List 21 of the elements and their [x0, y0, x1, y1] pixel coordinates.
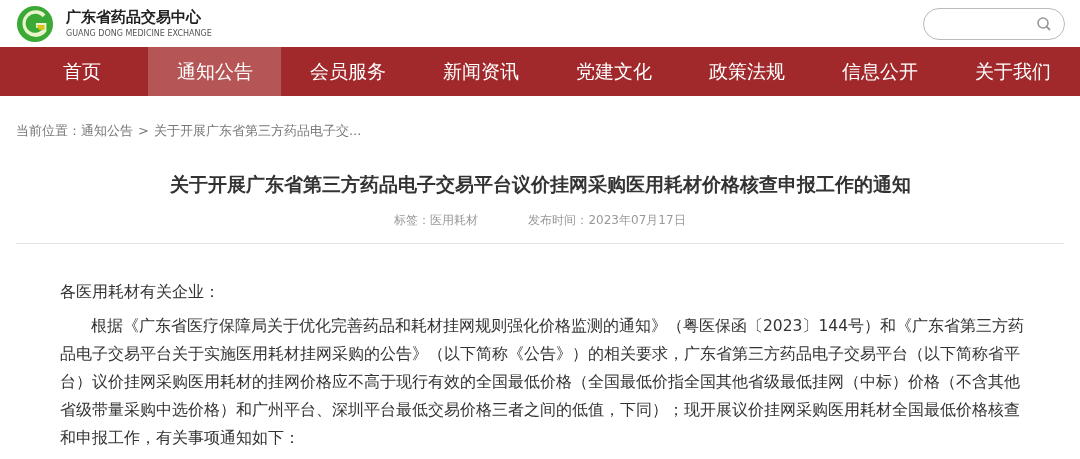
logo-icon	[16, 4, 54, 43]
greeting: 各医用耗材有关企业：	[60, 282, 221, 303]
nav-tab[interactable]: 会员服务	[281, 47, 414, 96]
nav-tab[interactable]: 首页	[15, 47, 148, 96]
breadcrumb-separator: >	[138, 123, 149, 138]
site-name: 广东省药品交易中心	[66, 8, 202, 26]
nav-tab[interactable]: 政策法规	[680, 47, 813, 96]
breadcrumb-label: 当前位置：	[16, 123, 81, 138]
publish-date: 发布时间：2023年07月17日	[528, 212, 686, 229]
breadcrumb-link[interactable]: 关于开展广东省第三方药品电子交...	[153, 123, 362, 138]
nav-tab[interactable]: 党建文化	[547, 47, 680, 96]
article-tag: 标签：医用耗材	[394, 212, 479, 229]
nav-tab[interactable]: 信息公开	[813, 47, 946, 96]
body-paragraph: 根据《广东省医疗保障局关于优化完善药品和耗材挂网规则强化价格监测的通知》（粤医保函〔2023〕144号）和《广东省第三方药品电子交易平台关于实施医用耗材挂网采购的公告》（以下简称《公告》）的相关要求，广东省第三方药品电子交易平台（以下简称省平台）议价挂网采购医用耗材的挂网价格应不高于现行有效的全国最低价格（全国最低价指全国其他省级最低挂网（中标）价格（不含其他省级带量采购中选价格）和广州平台、深圳平台最低交易价格三者之间的低值，下同）；现开展议价挂网采购医用耗材全国最低价格核查和申报工作，有关事项通知如下：	[60, 316, 1026, 449]
nav-tab[interactable]: 关于我们	[946, 47, 1079, 96]
site-name-english: GUANG DONG MEDICINE EXCHANGE	[66, 29, 212, 39]
article-title: 关于开展广东省第三方药品电子交易平台议价挂网采购医用耗材价格核查申报工作的通知	[168, 172, 912, 197]
nav-tab[interactable]: 通知公告	[148, 47, 281, 96]
nav-tab[interactable]: 新闻资讯	[414, 47, 547, 96]
search-icon[interactable]	[1036, 15, 1052, 32]
breadcrumb-link[interactable]: 通知公告	[81, 123, 133, 138]
